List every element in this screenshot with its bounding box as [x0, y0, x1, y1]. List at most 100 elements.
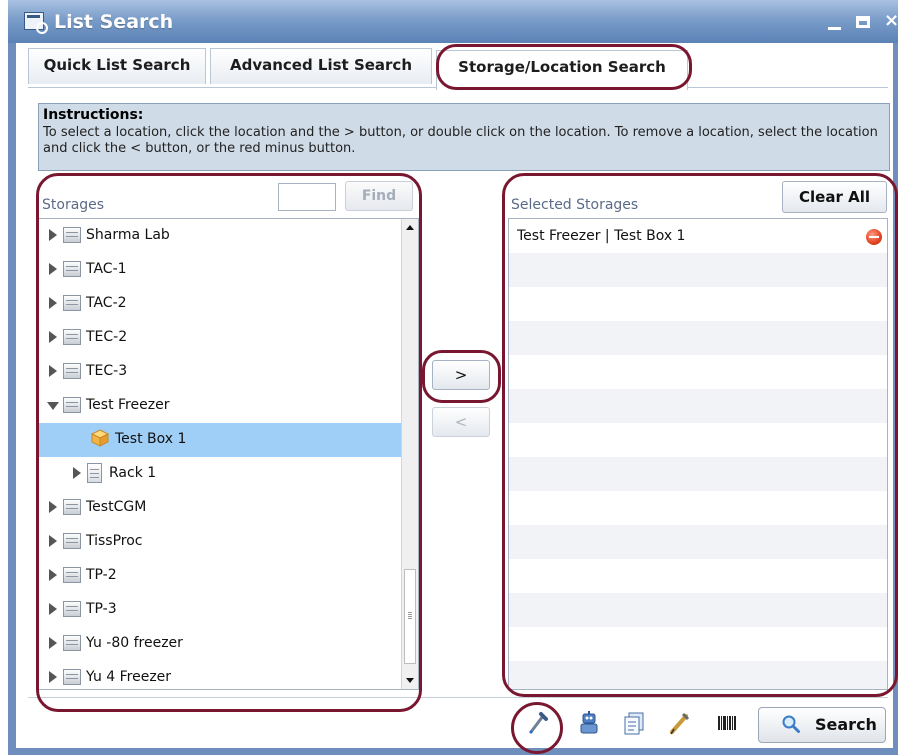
list-item: [509, 389, 887, 423]
tree-item-sharma-lab[interactable]: Sharma Lab: [39, 219, 401, 253]
scroll-down-icon[interactable]: [402, 672, 418, 689]
tree-item-label: Yu -80 freezer: [86, 635, 183, 651]
instructions-panel: Instructions: To select a location, clic…: [38, 103, 890, 171]
instructions-text: To select a location, click the location…: [43, 125, 878, 156]
tree-item-label: Test Box 1: [115, 431, 187, 447]
instructions-title: Instructions:: [43, 107, 144, 123]
tree-item-label: TP-2: [86, 567, 117, 583]
find-button[interactable]: Find: [345, 181, 413, 211]
list-search-icon: [24, 12, 48, 34]
search-button[interactable]: Search: [758, 707, 886, 743]
tab-storage-location-search[interactable]: Storage/Location Search: [436, 50, 688, 90]
expand-arrow-icon[interactable]: [49, 297, 57, 309]
tree-item-label: TEC-2: [86, 329, 128, 345]
expand-arrow-icon[interactable]: [49, 229, 57, 241]
storage-icon: [63, 533, 81, 549]
remove-minus-icon[interactable]: [866, 229, 882, 245]
list-item: [509, 491, 887, 525]
expand-arrow-icon[interactable]: [49, 501, 57, 513]
tree-item-yu-80-freezer[interactable]: Yu -80 freezer: [39, 627, 401, 661]
title-bar[interactable]: List Search ×: [8, 0, 898, 43]
expand-arrow-icon[interactable]: [49, 331, 57, 343]
list-item: [509, 423, 887, 457]
tree-item-label: Sharma Lab: [86, 227, 170, 243]
tree-item-tac-2[interactable]: TAC-2: [39, 287, 401, 321]
tree-item-tp-2[interactable]: TP-2: [39, 559, 401, 593]
tree-item-rack-1[interactable]: Rack 1: [39, 457, 401, 491]
search-tabs: Quick List Search Advanced List Search S…: [28, 48, 888, 90]
add-location-button[interactable]: >: [432, 360, 490, 390]
expand-arrow-icon[interactable]: [49, 535, 57, 547]
scrollbar-grip-icon: [408, 612, 412, 613]
remove-location-button[interactable]: <: [432, 407, 490, 437]
find-input[interactable]: [278, 183, 336, 211]
expand-arrow-icon[interactable]: [49, 365, 57, 377]
selected-item[interactable]: Test Freezer | Test Box 1: [509, 219, 887, 253]
list-item: [509, 321, 887, 355]
storages-title: Storages: [42, 197, 105, 213]
storage-icon: [63, 261, 81, 277]
box-icon: [91, 429, 109, 447]
barcode-icon[interactable]: [716, 710, 738, 736]
magnifier-icon: [782, 715, 800, 733]
tree-item-test-freezer[interactable]: Test Freezer: [39, 389, 401, 423]
pipette-icon[interactable]: [527, 710, 549, 736]
expand-arrow-icon[interactable]: [49, 263, 57, 275]
storage-icon: [63, 669, 81, 685]
tab-quick-list-search[interactable]: Quick List Search: [28, 48, 206, 84]
tree-item-label: TAC-2: [86, 295, 127, 311]
document-list-icon[interactable]: [623, 710, 645, 736]
tree-item-tec-3[interactable]: TEC-3: [39, 355, 401, 389]
storages-scrollbar[interactable]: [401, 219, 418, 689]
list-item: [509, 457, 887, 491]
selected-storages-list[interactable]: Test Freezer | Test Box 1: [508, 218, 888, 690]
close-icon[interactable]: ×: [884, 12, 898, 30]
rack-icon: [87, 463, 102, 483]
tree-item-label: TEC-3: [86, 363, 128, 379]
tree-item-tec-2[interactable]: TEC-2: [39, 321, 401, 355]
tree-item-testcgm[interactable]: TestCGM: [39, 491, 401, 525]
minimize-icon[interactable]: [828, 27, 841, 30]
tree-item-label: Rack 1: [109, 465, 157, 481]
storage-icon: [63, 397, 81, 413]
collapse-arrow-icon[interactable]: [47, 402, 59, 410]
tree-item-test-box-1[interactable]: Test Box 1: [39, 423, 401, 457]
tree-item-tissproc[interactable]: TissProc: [39, 525, 401, 559]
maximize-icon[interactable]: [856, 16, 870, 28]
tree-item-label: Test Freezer: [86, 397, 170, 413]
tree-item-tac-1[interactable]: TAC-1: [39, 253, 401, 287]
storage-icon: [63, 227, 81, 243]
tree-item-label: TAC-1: [86, 261, 127, 277]
robot-icon[interactable]: [578, 710, 600, 736]
storage-icon: [63, 295, 81, 311]
tab-advanced-list-search[interactable]: Advanced List Search: [210, 48, 432, 84]
storage-icon: [63, 567, 81, 583]
expand-arrow-icon[interactable]: [49, 637, 57, 649]
tree-item-label: TissProc: [86, 533, 143, 549]
clear-all-button[interactable]: Clear All: [782, 181, 887, 213]
tree-item-yu-4-freezer[interactable]: Yu 4 Freezer: [39, 661, 401, 689]
scrollbar-thumb[interactable]: [404, 569, 416, 664]
search-button-label: Search: [815, 715, 877, 734]
expand-arrow-icon[interactable]: [49, 569, 57, 581]
list-item: [509, 525, 887, 559]
scroll-up-icon[interactable]: [402, 219, 418, 236]
toolbar-divider: [28, 697, 888, 698]
tree-item-tp-3[interactable]: TP-3: [39, 593, 401, 627]
pen-icon[interactable]: [668, 710, 690, 736]
tree-item-label: TP-3: [86, 601, 117, 617]
window-frame-bottom: [8, 748, 898, 755]
list-item: [509, 253, 887, 287]
list-item: [509, 559, 887, 593]
window-frame-left: [8, 43, 16, 755]
selected-storages-title: Selected Storages: [511, 197, 639, 213]
list-search-window: List Search × Quick List Search Advanced…: [8, 0, 898, 755]
expand-arrow-icon[interactable]: [73, 467, 81, 479]
expand-arrow-icon[interactable]: [49, 671, 57, 683]
storage-icon: [63, 635, 81, 651]
expand-arrow-icon[interactable]: [49, 603, 57, 615]
storage-icon: [63, 363, 81, 379]
storages-tree[interactable]: Sharma Lab TAC-1 TAC-2 TEC-2 TEC-3 Test …: [38, 218, 419, 690]
list-item: [509, 627, 887, 661]
selected-item-label: Test Freezer | Test Box 1: [517, 228, 686, 244]
